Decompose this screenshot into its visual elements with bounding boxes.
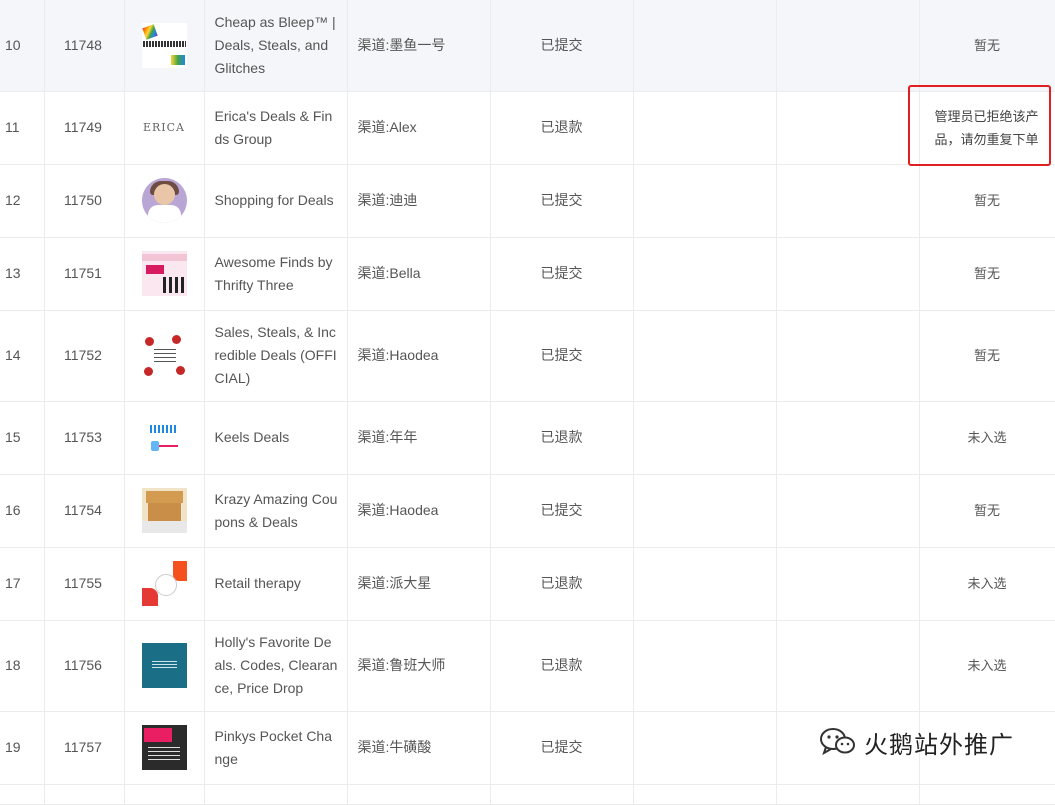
order-id: 11754 — [44, 474, 125, 548]
channel: 渠道:派大星 — [347, 547, 491, 621]
rainbow-logo-thumb[interactable] — [141, 22, 187, 68]
status: 已提交 — [490, 474, 634, 548]
status: 已提交 — [490, 711, 634, 785]
note: 暂无 — [919, 474, 1055, 548]
order-id: 11748 — [44, 0, 125, 92]
row-index: 14 — [0, 310, 45, 402]
status: 已退款 — [490, 620, 634, 712]
order-id: 11750 — [44, 164, 125, 238]
note: 暂无 — [919, 310, 1055, 402]
row-index: 13 — [0, 237, 45, 311]
roses-logo-thumb[interactable] — [141, 333, 187, 378]
row-index: 15 — [0, 401, 45, 475]
watermark-text: 火鹅站外推广 — [864, 730, 1014, 759]
channel: 渠道:Bella — [347, 237, 491, 311]
table-row[interactable]: 18 11756 Holly's Favorite Deals. Codes, … — [0, 620, 1055, 712]
channel: 渠道:墨鱼一号 — [347, 0, 491, 92]
group-name: Awesome Finds by Thrifty Three — [204, 237, 348, 311]
table-row[interactable]: 11 11749 ERICA Erica's Deals & Finds Gro… — [0, 91, 1055, 165]
order-id: 11756 — [44, 620, 125, 712]
teal-logo-thumb[interactable] — [141, 643, 187, 688]
wechat-icon — [818, 726, 858, 758]
table-row[interactable]: 14 11752 Sales, Steals, & Incredible Dea… — [0, 310, 1055, 402]
note: 未入选 — [919, 401, 1055, 475]
watermark: 火鹅站外推广 — [818, 722, 1014, 762]
table-row[interactable]: 17 11755 Retail therapy 渠道:派大星 已退款 未入选 — [0, 547, 1055, 621]
channel: 渠道:牛磺酸 — [347, 711, 491, 785]
group-name: Sales, Steals, & Incredible Deals (OFFIC… — [204, 310, 348, 402]
channel: 渠道:鲁班大师 — [347, 620, 491, 712]
row-index: 10 — [0, 0, 45, 92]
row-index: 18 — [0, 620, 45, 712]
channel: 渠道:迪迪 — [347, 164, 491, 238]
table-row[interactable]: 15 11753 Keels Deals 渠道:年年 已退款 未入选 — [0, 401, 1055, 475]
order-id: 11753 — [44, 401, 125, 475]
portrait-thumb[interactable] — [141, 178, 187, 223]
note: 暂无 — [919, 237, 1055, 311]
table-row[interactable]: 10 11748 Cheap as Bleep™ | Deals, Steals… — [0, 0, 1055, 92]
order-id: 11757 — [44, 711, 125, 785]
group-name: Retail therapy — [204, 547, 348, 621]
status: 已提交 — [490, 310, 634, 402]
erica-logo-thumb[interactable]: ERICA — [141, 105, 187, 150]
group-name: Erica's Deals & Finds Group — [204, 91, 348, 165]
status: 已提交 — [490, 164, 634, 238]
row-index: 19 — [0, 711, 45, 785]
keels-logo-thumb[interactable] — [141, 415, 187, 460]
channel: 渠道:Alex — [347, 91, 491, 165]
note: 暂无 — [919, 0, 1055, 92]
group-name: Holly's Favorite Deals. Codes, Clearance… — [204, 620, 348, 712]
channel: 渠道:Haodea — [347, 474, 491, 548]
pinkys-logo-thumb[interactable] — [141, 725, 187, 770]
status: 已退款 — [490, 91, 634, 165]
group-name: Cheap as Bleep™ | Deals, Steals, and Gli… — [204, 0, 348, 92]
annotation-highlight-box — [908, 85, 1051, 166]
status: 已退款 — [490, 401, 634, 475]
table-row[interactable]: 12 11750 Shopping for Deals 渠道:迪迪 已提交 暂无 — [0, 164, 1055, 238]
row-index: 11 — [0, 91, 45, 165]
order-id: 11755 — [44, 547, 125, 621]
row-index: 12 — [0, 164, 45, 238]
note: 未入选 — [919, 620, 1055, 712]
status: 已提交 — [490, 237, 634, 311]
orders-table: 10 11748 Cheap as Bleep™ | Deals, Steals… — [0, 0, 1055, 805]
row-index: 17 — [0, 547, 45, 621]
note: 未入选 — [919, 547, 1055, 621]
status: 已提交 — [490, 0, 634, 92]
table-row[interactable]: 16 11754 Krazy Amazing Coupons & Deals 渠… — [0, 474, 1055, 548]
group-name: Keels Deals — [204, 401, 348, 475]
status: 已退款 — [490, 547, 634, 621]
house-thumb[interactable] — [141, 488, 187, 533]
order-id: 11749 — [44, 91, 125, 165]
flowers-logo-thumb[interactable] — [141, 561, 187, 606]
group-name: Pinkys Pocket Change — [204, 711, 348, 785]
order-id: 11752 — [44, 310, 125, 402]
channel: 渠道:年年 — [347, 401, 491, 475]
group-name: Krazy Amazing Coupons & Deals — [204, 474, 348, 548]
channel: 渠道:Haodea — [347, 310, 491, 402]
row-index: 16 — [0, 474, 45, 548]
group-banner-thumb[interactable] — [141, 251, 187, 296]
table-row — [0, 784, 1055, 805]
note: 暂无 — [919, 164, 1055, 238]
group-name: Shopping for Deals — [204, 164, 348, 238]
table-row[interactable]: 13 11751 Awesome Finds by Thrifty Three … — [0, 237, 1055, 311]
order-id: 11751 — [44, 237, 125, 311]
